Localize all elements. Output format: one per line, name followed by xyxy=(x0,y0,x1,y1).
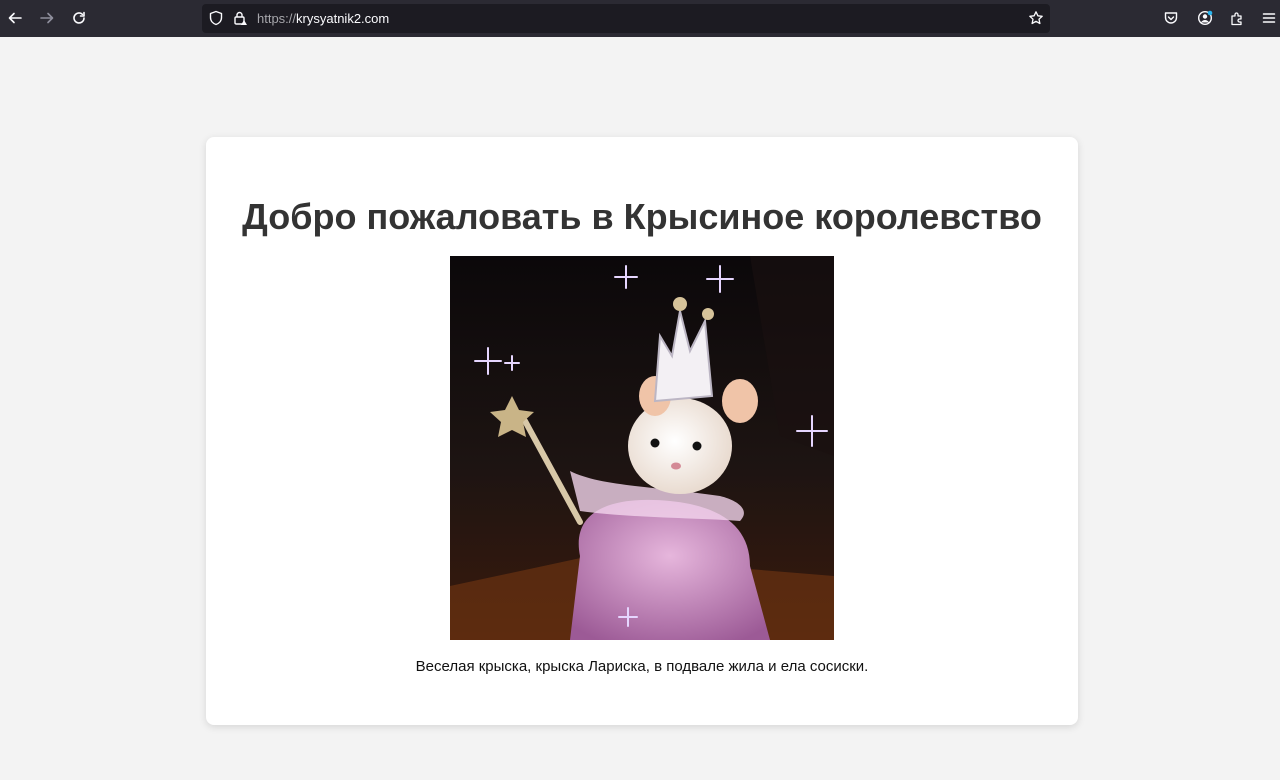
account-icon xyxy=(1197,10,1213,26)
pocket-icon xyxy=(1164,12,1178,24)
browser-toolbar: https://krysyatnik2.com xyxy=(0,0,1280,37)
princess-rat-illustration xyxy=(450,256,834,640)
extensions-button[interactable] xyxy=(1224,5,1250,31)
princess-rat-image xyxy=(450,256,834,640)
image-caption: Веселая крыска, крыска Лариска, в подвал… xyxy=(415,658,869,675)
pocket-button[interactable] xyxy=(1158,5,1184,31)
lock-icon[interactable] xyxy=(232,10,248,26)
hamburger-menu-icon xyxy=(1262,13,1276,23)
reload-icon xyxy=(73,11,85,24)
app-menu-button[interactable] xyxy=(1256,5,1280,31)
back-button[interactable] xyxy=(2,5,28,31)
page-title: Добро пожаловать в Крысиное королевство xyxy=(242,196,1042,237)
account-button[interactable] xyxy=(1192,5,1218,31)
url-host: krysyatnik2.com xyxy=(296,11,390,26)
forward-arrow-icon xyxy=(40,12,54,24)
url-text[interactable]: https://krysyatnik2.com xyxy=(257,11,389,26)
extensions-icon xyxy=(1231,12,1242,26)
star-icon[interactable] xyxy=(1028,10,1044,26)
reload-button[interactable] xyxy=(66,5,92,31)
forward-button[interactable] xyxy=(34,5,60,31)
shield-icon[interactable] xyxy=(208,10,224,26)
back-arrow-icon xyxy=(8,12,22,24)
url-scheme: https:// xyxy=(257,11,297,26)
address-bar[interactable]: https://krysyatnik2.com xyxy=(202,4,1050,33)
